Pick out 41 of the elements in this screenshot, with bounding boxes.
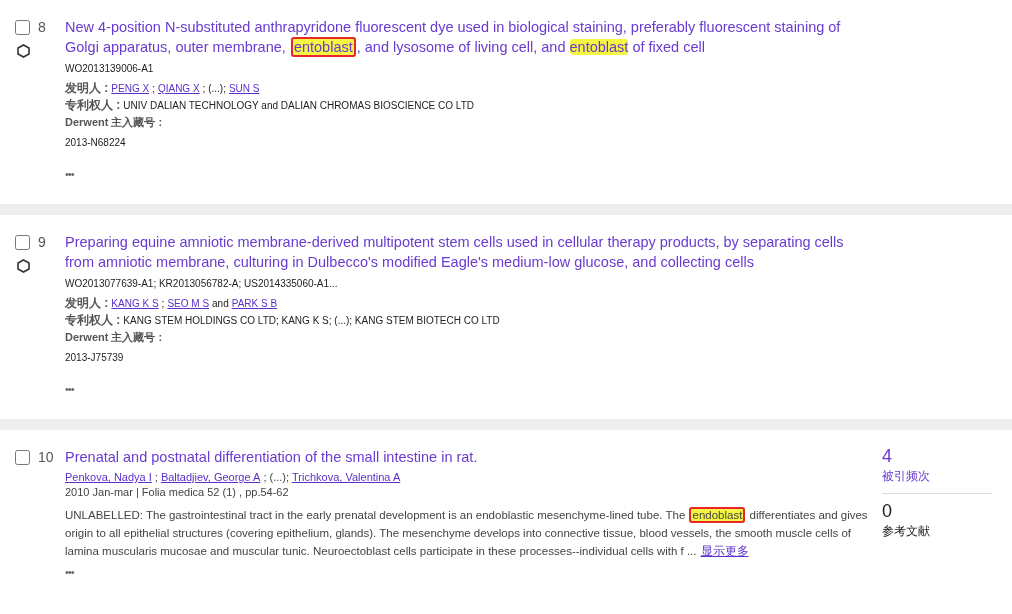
inventor-link[interactable]: PENG X [111,83,150,94]
more-button[interactable]: ••• [65,564,74,581]
author-link[interactable]: Penkova, Nadya I [65,471,152,483]
select-checkbox[interactable] [15,450,30,465]
metric-label: 参考文献 [882,523,931,540]
derwent-label: Derwent 主入藏号 : [65,330,164,345]
derwent-number: 2013-J75739 [65,351,125,365]
record-number: 9 [38,233,46,252]
show-more-link[interactable]: 显示更多 [700,545,749,557]
metric-value[interactable]: 4 [882,445,992,467]
record-number: 8 [38,18,46,37]
inventor-link[interactable]: SUN S [228,83,260,94]
more-button[interactable]: ••• [65,166,74,183]
derwent-number: 2013-N68224 [65,136,127,150]
record-title[interactable]: Prenatal and postnatal differentiation of the small intestine in rat. [65,447,870,467]
inventors-line: 发明人 : PENG X ; QIANG X ; (...); SUN S [65,80,261,97]
inventor-link[interactable]: QIANG X [157,83,200,94]
inventors-line: 发明人 : KANG K S ; SEO M S and PARK S B [65,295,279,312]
record-title[interactable]: New 4-position N-substituted anthrapyridone fluorescent dye used in biological staining, preferably fluorescent staining of Golgi apparatus, outer membrane, entoblast , and lysosome of living cell, and entoblast of fixed cell [65,17,870,57]
metric-label[interactable]: 被引频次 [882,467,992,485]
hexagon-icon [17,44,30,58]
select-checkbox[interactable] [15,235,30,250]
authors-line: Penkova, Nadya I ; Baltadjiev, George A ; (...); Trichkova, Valentina A [65,470,402,485]
assignees-line: 专利权人 : KANG STEM HOLDINGS CO LTD; KANG K S; (...); KANG STEM BIOTECH CO LTD [65,312,501,329]
abstract-text: UNLABELLED: The gastrointestinal tract in the early prenatal development is an endoblastic mesenchyme-lined tube. The endoblast differentiates and gives origin to all epithelial structures (covering epithelium, glands). The mesenchyme develops into connective tissue, blood vessels, the smooth muscle cells of lamina muscularis mucosae and muscular tunic. Neuroectoblast cells participate in these processes--individual cells with f ... 显示更多 [65,506,869,559]
source-info: 2010 Jan-mar | Folia medica 52 (1) , pp.54-62 [65,485,290,500]
metric-value: 0 [882,500,893,522]
more-button[interactable]: ••• [65,381,74,398]
select-checkbox[interactable] [15,20,30,35]
derwent-label: Derwent 主入藏号 : [65,115,164,130]
inventor-link[interactable]: SEO M S [167,298,210,309]
hexagon-icon [17,259,30,273]
inventor-link[interactable]: KANG K S [111,298,159,309]
patent-numbers: WO2013077639-A1; KR2013056782-A; US2014335060-A1... [65,277,339,291]
record-title[interactable]: Preparing equine amniotic membrane-derived multipotent stem cells used in cellular therapy products, by separating cells from amniotic membrane, culturing in Dulbecco's modified Eagle's medium-low glucose, and collecting cells [65,232,870,272]
author-link[interactable]: Trichkova, Valentina A [292,471,401,483]
author-link[interactable]: Baltadjiev, George A [160,471,261,483]
inventor-link[interactable]: PARK S B [231,298,278,309]
patent-numbers: WO2013139006-A1 [65,62,155,76]
assignees-line: 专利权人 : UNIV DALIAN TECHNOLOGY and DALIAN CHROMAS BIOSCIENCE CO LTD [65,97,475,114]
record-number: 10 [38,448,54,467]
